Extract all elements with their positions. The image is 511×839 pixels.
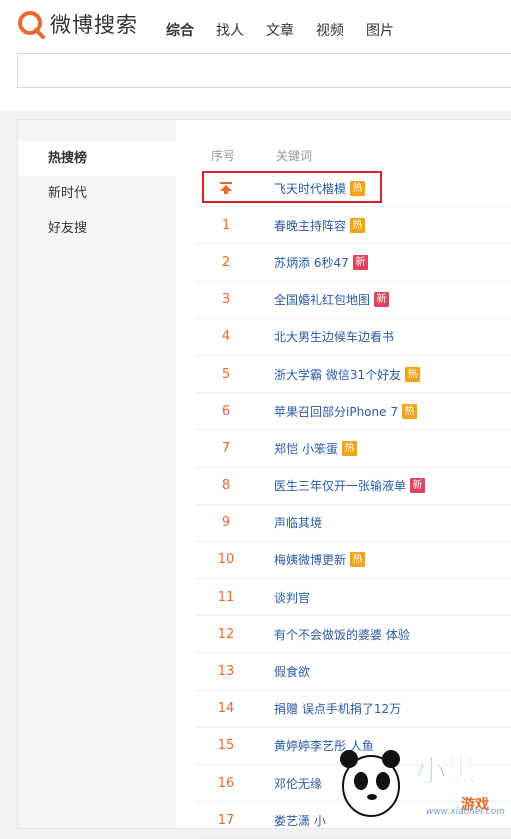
table-row[interactable]: 1 春晚主持阵容热 <box>196 207 511 244</box>
keyword-link[interactable]: 浙大学霸 微信31个好友 <box>274 366 401 383</box>
rank-number: 17 <box>196 813 256 828</box>
rank-number: 3 <box>196 292 256 307</box>
table-row[interactable]: 5 浙大学霸 微信31个好友热 <box>196 356 511 393</box>
sidebar: 热搜榜 新时代 好友搜 <box>18 120 176 828</box>
nav-tab-images[interactable]: 图片 <box>366 20 394 40</box>
hot-badge: 热 <box>350 552 365 567</box>
nav-tab-people[interactable]: 找人 <box>216 20 244 40</box>
rank-number: 9 <box>196 515 256 530</box>
hot-search-panel: 热搜榜 新时代 好友搜 序号 关键词 飞天时代楷模 热 1春晚主持阵容热2苏炳添… <box>17 119 511 829</box>
keyword-link[interactable]: 邓伦无缘 <box>274 775 322 792</box>
search-box <box>17 53 511 88</box>
table-row[interactable]: 9 声临其境 <box>196 505 511 542</box>
rank-number: 8 <box>196 478 256 493</box>
keyword-link[interactable]: 假食欲 <box>274 663 310 680</box>
keyword-link[interactable]: 声临其境 <box>274 514 322 531</box>
keyword-link[interactable]: 医生三年仅开一张输液单 <box>274 477 406 494</box>
table-row[interactable]: 3 全国婚礼红包地图新 <box>196 282 511 319</box>
rank-number: 4 <box>196 329 256 344</box>
weibo-search-logo[interactable]: 微博搜索 <box>16 9 138 39</box>
rank-number: 11 <box>196 590 256 605</box>
hot-badge: 热 <box>342 441 357 456</box>
keyword-link[interactable]: 谈判官 <box>274 589 310 606</box>
table-row[interactable]: 6 苹果召回部分iPhone 7 热 <box>196 393 511 430</box>
column-header-keyword: 关键词 <box>276 147 312 164</box>
search-input[interactable] <box>18 54 511 87</box>
hot-list: 序号 关键词 飞天时代楷模 热 1春晚主持阵容热2苏炳添 6秒47新3全国婚礼红… <box>176 120 511 828</box>
svg-text:小黑: 小黑 <box>416 754 476 789</box>
rank-number: 13 <box>196 664 256 679</box>
new-badge: 新 <box>353 255 368 270</box>
nav-tab-articles[interactable]: 文章 <box>266 20 294 40</box>
highlight-annotation-box <box>202 171 382 203</box>
hot-badge: 热 <box>350 218 365 233</box>
table-row[interactable]: 2 苏炳添 6秒47 新 <box>196 244 511 281</box>
keyword-link[interactable]: 苹果召回部分iPhone 7 <box>274 403 398 420</box>
rank-number: 16 <box>196 776 256 791</box>
logo-text: 微博搜索 <box>50 9 138 39</box>
watermark-url: www.xiaohei.com <box>426 807 505 817</box>
nav-tab-all[interactable]: 综合 <box>166 20 194 40</box>
column-header-rank: 序号 <box>211 147 235 164</box>
keyword-link[interactable]: 全国婚礼红包地图 <box>274 291 370 308</box>
table-row[interactable]: 7 郑恺 小笨蛋热 <box>196 430 511 467</box>
table-row[interactable]: 13 假食欲 <box>196 653 511 690</box>
keyword-link[interactable]: 郑恺 小笨蛋 <box>274 440 338 457</box>
sidebar-item-hot-search[interactable]: 热搜榜 <box>18 141 176 176</box>
nav-tab-videos[interactable]: 视频 <box>316 20 344 40</box>
rank-number: 15 <box>196 738 256 753</box>
top-nav: 综合 找人 文章 视频 图片 <box>166 20 416 40</box>
hot-badge: 热 <box>402 404 417 419</box>
keyword-link[interactable]: 捐赠 误点手机捐了12万 <box>274 700 401 717</box>
rank-number: 1 <box>196 218 256 233</box>
rank-number: 5 <box>196 367 256 382</box>
keyword-link[interactable]: 春晚主持阵容 <box>274 217 346 234</box>
rank-number: 6 <box>196 404 256 419</box>
table-row[interactable]: 8 医生三年仅开一张输液单新 <box>196 468 511 505</box>
table-header: 序号 关键词 <box>176 142 511 166</box>
hot-badge: 热 <box>405 367 420 382</box>
rank-number: 14 <box>196 701 256 716</box>
table-row[interactable]: 14 捐赠 误点手机捐了12万 <box>196 691 511 728</box>
table-row[interactable]: 11 谈判官 <box>196 579 511 616</box>
search-magnifier-logo-icon <box>16 9 46 39</box>
rank-number: 10 <box>196 552 256 567</box>
xiaohei-watermark: 小黑 游戏 www.xiaohei.com <box>331 731 511 821</box>
table-row[interactable]: 12 有个不会做饭的婆婆 体验 <box>196 616 511 653</box>
rank-number: 12 <box>196 627 256 642</box>
keyword-link[interactable]: 梅姨微博更新 <box>274 551 346 568</box>
sidebar-item-new-era[interactable]: 新时代 <box>18 176 176 211</box>
keyword-link[interactable]: 北大男生边候车边看书 <box>274 328 394 345</box>
rank-number: 7 <box>196 441 256 456</box>
new-badge: 新 <box>410 478 425 493</box>
header: 微博搜索 综合 找人 文章 视频 图片 <box>0 0 511 111</box>
sidebar-item-friend-search[interactable]: 好友搜 <box>18 211 176 246</box>
keyword-link[interactable]: 娄艺潇 小 <box>274 812 326 829</box>
table-row[interactable]: 4 北大男生边候车边看书 <box>196 319 511 356</box>
keyword-link[interactable]: 苏炳添 6秒47 <box>274 254 349 271</box>
new-badge: 新 <box>374 292 389 307</box>
rank-number: 2 <box>196 255 256 270</box>
table-row[interactable]: 10 梅姨微博更新热 <box>196 542 511 579</box>
keyword-link[interactable]: 有个不会做饭的婆婆 体验 <box>274 626 410 643</box>
